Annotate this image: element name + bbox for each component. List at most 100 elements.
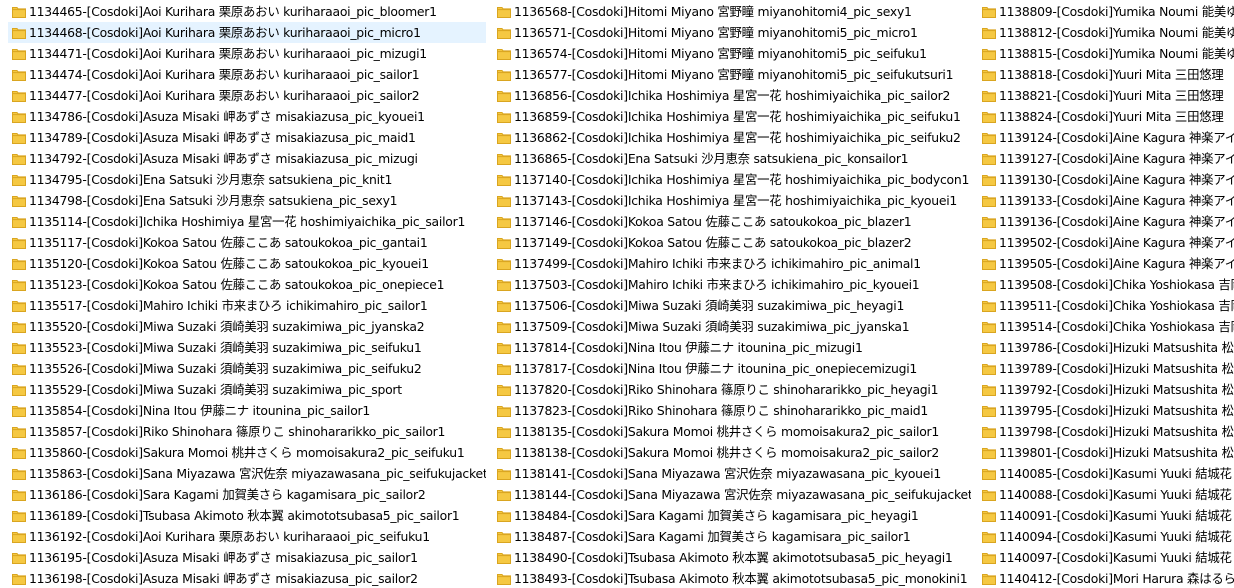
folder-item[interactable]: 1138487-[Cosdoki]Sara Kagami 加賀美さら kagam… xyxy=(493,526,971,547)
folder-item[interactable]: 1140091-[Cosdoki]Kasumi Yuuki 結城花 xyxy=(978,505,1234,526)
folder-item[interactable]: 1138809-[Cosdoki]Yumika Noumi 能美ゆ xyxy=(978,1,1234,22)
folder-item[interactable]: 1137814-[Cosdoki]Nina Itou 伊藤ニナ itounina… xyxy=(493,337,971,358)
folder-item[interactable]: 1138493-[Cosdoki]Tsubasa Akimoto 秋本翼 aki… xyxy=(493,568,971,588)
folder-item[interactable]: 1135517-[Cosdoki]Mahiro Ichiki 市来まひろ ich… xyxy=(8,295,486,316)
folder-item[interactable]: 1136186-[Cosdoki]Sara Kagami 加賀美さら kagam… xyxy=(8,484,486,505)
folder-item[interactable]: 1139801-[Cosdoki]Hizuki Matsushita 松下 xyxy=(978,442,1234,463)
folder-item[interactable]: 1139502-[Cosdoki]Aine Kagura 神楽アイ xyxy=(978,232,1234,253)
folder-item[interactable]: 1139795-[Cosdoki]Hizuki Matsushita 松下 xyxy=(978,400,1234,421)
folder-item[interactable]: 1139130-[Cosdoki]Aine Kagura 神楽アイ xyxy=(978,169,1234,190)
folder-item[interactable]: 1138821-[Cosdoki]Yuuri Mita 三田悠理 xyxy=(978,85,1234,106)
folder-item[interactable]: 1137506-[Cosdoki]Miwa Suzaki 須崎美羽 suzaki… xyxy=(493,295,971,316)
folder-item[interactable]: 1134468-[Cosdoki]Aoi Kurihara 栗原あおい kuri… xyxy=(8,22,486,43)
folder-item[interactable]: 1137499-[Cosdoki]Mahiro Ichiki 市来まひろ ich… xyxy=(493,253,971,274)
folder-icon xyxy=(497,216,511,228)
folder-item[interactable]: 1138135-[Cosdoki]Sakura Momoi 桃井さくら momo… xyxy=(493,421,971,442)
folder-item[interactable]: 1139789-[Cosdoki]Hizuki Matsushita 松下 xyxy=(978,358,1234,379)
folder-item[interactable]: 1140412-[Cosdoki]Mori Harura 森はるら xyxy=(978,568,1234,588)
folder-icon xyxy=(12,363,26,375)
folder-item[interactable]: 1139514-[Cosdoki]Chika Yoshiokasa 吉岡 xyxy=(978,316,1234,337)
folder-name: 1137820-[Cosdoki]Riko Shinohara 篠原りこ shi… xyxy=(514,382,939,397)
folder-item[interactable]: 1140088-[Cosdoki]Kasumi Yuuki 結城花 xyxy=(978,484,1234,505)
folder-item[interactable]: 1138141-[Cosdoki]Sana Miyazawa 宮沢佐奈 miya… xyxy=(493,463,971,484)
folder-item[interactable]: 1135520-[Cosdoki]Miwa Suzaki 須崎美羽 suzaki… xyxy=(8,316,486,337)
folder-item[interactable]: 1137817-[Cosdoki]Nina Itou 伊藤ニナ itounina… xyxy=(493,358,971,379)
folder-name: 1135863-[Cosdoki]Sana Miyazawa 宮沢佐奈 miya… xyxy=(29,466,486,481)
folder-item[interactable]: 1139124-[Cosdoki]Aine Kagura 神楽アイ xyxy=(978,127,1234,148)
folder-item[interactable]: 1140097-[Cosdoki]Kasumi Yuuki 結城花 xyxy=(978,547,1234,568)
folder-item[interactable]: 1135120-[Cosdoki]Kokoa Satou 佐藤ここあ satou… xyxy=(8,253,486,274)
folder-name: 1140085-[Cosdoki]Kasumi Yuuki 結城花 xyxy=(999,466,1232,481)
folder-icon xyxy=(497,342,511,354)
folder-item[interactable]: 1139511-[Cosdoki]Chika Yoshiokasa 吉岡 xyxy=(978,295,1234,316)
folder-item[interactable]: 1137509-[Cosdoki]Miwa Suzaki 須崎美羽 suzaki… xyxy=(493,316,971,337)
folder-item[interactable]: 1137149-[Cosdoki]Kokoa Satou 佐藤ここあ satou… xyxy=(493,232,971,253)
folder-item[interactable]: 1139505-[Cosdoki]Aine Kagura 神楽アイ xyxy=(978,253,1234,274)
folder-item[interactable]: 1135114-[Cosdoki]Ichika Hoshimiya 星宮一花 h… xyxy=(8,211,486,232)
folder-item[interactable]: 1136574-[Cosdoki]Hitomi Miyano 宮野瞳 miyan… xyxy=(493,43,971,64)
folder-item[interactable]: 1134471-[Cosdoki]Aoi Kurihara 栗原あおい kuri… xyxy=(8,43,486,64)
folder-name: 1134474-[Cosdoki]Aoi Kurihara 栗原あおい kuri… xyxy=(29,67,420,82)
folder-item[interactable]: 1135526-[Cosdoki]Miwa Suzaki 須崎美羽 suzaki… xyxy=(8,358,486,379)
folder-item[interactable]: 1136192-[Cosdoki]Aoi Kurihara 栗原あおい kuri… xyxy=(8,526,486,547)
folder-item[interactable]: 1136862-[Cosdoki]Ichika Hoshimiya 星宮一花 h… xyxy=(493,127,971,148)
folder-item[interactable]: 1134792-[Cosdoki]Asuza Misaki 岬あずさ misak… xyxy=(8,148,486,169)
folder-name: 1135854-[Cosdoki]Nina Itou 伊藤ニナ itounina… xyxy=(29,403,371,418)
folder-item[interactable]: 1136856-[Cosdoki]Ichika Hoshimiya 星宮一花 h… xyxy=(493,85,971,106)
folder-item[interactable]: 1138484-[Cosdoki]Sara Kagami 加賀美さら kagam… xyxy=(493,505,971,526)
folder-item[interactable]: 1139792-[Cosdoki]Hizuki Matsushita 松下 xyxy=(978,379,1234,400)
folder-item[interactable]: 1134798-[Cosdoki]Ena Satsuki 沙月恵奈 satsuk… xyxy=(8,190,486,211)
folder-icon xyxy=(12,237,26,249)
folder-item[interactable]: 1137140-[Cosdoki]Ichika Hoshimiya 星宮一花 h… xyxy=(493,169,971,190)
folder-item[interactable]: 1135523-[Cosdoki]Miwa Suzaki 須崎美羽 suzaki… xyxy=(8,337,486,358)
folder-item[interactable]: 1139786-[Cosdoki]Hizuki Matsushita 松下 xyxy=(978,337,1234,358)
folder-item[interactable]: 1136577-[Cosdoki]Hitomi Miyano 宮野瞳 miyan… xyxy=(493,64,971,85)
folder-icon xyxy=(497,510,511,522)
folder-item[interactable]: 1138490-[Cosdoki]Tsubasa Akimoto 秋本翼 aki… xyxy=(493,547,971,568)
folder-icon xyxy=(12,153,26,165)
folder-item[interactable]: 1135854-[Cosdoki]Nina Itou 伊藤ニナ itounina… xyxy=(8,400,486,421)
folder-item[interactable]: 1139508-[Cosdoki]Chika Yoshiokasa 吉岡 xyxy=(978,274,1234,295)
folder-item[interactable]: 1134474-[Cosdoki]Aoi Kurihara 栗原あおい kuri… xyxy=(8,64,486,85)
folder-item[interactable]: 1136195-[Cosdoki]Asuza Misaki 岬あずさ misak… xyxy=(8,547,486,568)
folder-name: 1134798-[Cosdoki]Ena Satsuki 沙月恵奈 satsuk… xyxy=(29,193,398,208)
folder-item[interactable]: 1138812-[Cosdoki]Yumika Noumi 能美ゆ xyxy=(978,22,1234,43)
folder-item[interactable]: 1135857-[Cosdoki]Riko Shinohara 篠原りこ shi… xyxy=(8,421,486,442)
folder-item[interactable]: 1137823-[Cosdoki]Riko Shinohara 篠原りこ shi… xyxy=(493,400,971,421)
folder-item[interactable]: 1134477-[Cosdoki]Aoi Kurihara 栗原あおい kuri… xyxy=(8,85,486,106)
folder-item[interactable]: 1134789-[Cosdoki]Asuza Misaki 岬あずさ misak… xyxy=(8,127,486,148)
folder-item[interactable]: 1140085-[Cosdoki]Kasumi Yuuki 結城花 xyxy=(978,463,1234,484)
folder-item[interactable]: 1135123-[Cosdoki]Kokoa Satou 佐藤ここあ satou… xyxy=(8,274,486,295)
folder-item[interactable]: 1139798-[Cosdoki]Hizuki Matsushita 松下 xyxy=(978,421,1234,442)
folder-item[interactable]: 1135863-[Cosdoki]Sana Miyazawa 宮沢佐奈 miya… xyxy=(8,463,486,484)
folder-item[interactable]: 1134465-[Cosdoki]Aoi Kurihara 栗原あおい kuri… xyxy=(8,1,486,22)
folder-item[interactable]: 1135860-[Cosdoki]Sakura Momoi 桃井さくら momo… xyxy=(8,442,486,463)
folder-item[interactable]: 1138815-[Cosdoki]Yumika Noumi 能美ゆ xyxy=(978,43,1234,64)
folder-item[interactable]: 1139127-[Cosdoki]Aine Kagura 神楽アイ xyxy=(978,148,1234,169)
folder-item[interactable]: 1136571-[Cosdoki]Hitomi Miyano 宮野瞳 miyan… xyxy=(493,22,971,43)
folder-item[interactable]: 1137143-[Cosdoki]Ichika Hoshimiya 星宮一花 h… xyxy=(493,190,971,211)
folder-item[interactable]: 1137820-[Cosdoki]Riko Shinohara 篠原りこ shi… xyxy=(493,379,971,400)
folder-item[interactable]: 1138144-[Cosdoki]Sana Miyazawa 宮沢佐奈 miya… xyxy=(493,484,971,505)
folder-item[interactable]: 1139136-[Cosdoki]Aine Kagura 神楽アイ xyxy=(978,211,1234,232)
folder-item[interactable]: 1139133-[Cosdoki]Aine Kagura 神楽アイ xyxy=(978,190,1234,211)
folder-item[interactable]: 1136859-[Cosdoki]Ichika Hoshimiya 星宮一花 h… xyxy=(493,106,971,127)
folder-item[interactable]: 1137503-[Cosdoki]Mahiro Ichiki 市来まひろ ich… xyxy=(493,274,971,295)
folder-item[interactable]: 1136568-[Cosdoki]Hitomi Miyano 宮野瞳 miyan… xyxy=(493,1,971,22)
folder-item[interactable]: 1134786-[Cosdoki]Asuza Misaki 岬あずさ misak… xyxy=(8,106,486,127)
folder-item[interactable]: 1137146-[Cosdoki]Kokoa Satou 佐藤ここあ satou… xyxy=(493,211,971,232)
folder-name: 1136571-[Cosdoki]Hitomi Miyano 宮野瞳 miyan… xyxy=(514,25,918,40)
folder-item[interactable]: 1138138-[Cosdoki]Sakura Momoi 桃井さくら momo… xyxy=(493,442,971,463)
folder-item[interactable]: 1138824-[Cosdoki]Yuuri Mita 三田悠理 xyxy=(978,106,1234,127)
folder-item[interactable]: 1138818-[Cosdoki]Yuuri Mita 三田悠理 xyxy=(978,64,1234,85)
folder-item[interactable]: 1140094-[Cosdoki]Kasumi Yuuki 結城花 xyxy=(978,526,1234,547)
folder-item[interactable]: 1134795-[Cosdoki]Ena Satsuki 沙月恵奈 satsuk… xyxy=(8,169,486,190)
folder-item[interactable]: 1135529-[Cosdoki]Miwa Suzaki 須崎美羽 suzaki… xyxy=(8,379,486,400)
folder-name: 1135529-[Cosdoki]Miwa Suzaki 須崎美羽 suzaki… xyxy=(29,382,402,397)
folder-name: 1139502-[Cosdoki]Aine Kagura 神楽アイ xyxy=(999,235,1234,250)
folder-item[interactable]: 1136189-[Cosdoki]Tsubasa Akimoto 秋本翼 aki… xyxy=(8,505,486,526)
folder-item[interactable]: 1135117-[Cosdoki]Kokoa Satou 佐藤ここあ satou… xyxy=(8,232,486,253)
folder-name: 1139511-[Cosdoki]Chika Yoshiokasa 吉岡 xyxy=(999,298,1234,313)
folder-item[interactable]: 1136198-[Cosdoki]Asuza Misaki 岬あずさ misak… xyxy=(8,568,486,588)
folder-item[interactable]: 1136865-[Cosdoki]Ena Satsuki 沙月恵奈 satsuk… xyxy=(493,148,971,169)
